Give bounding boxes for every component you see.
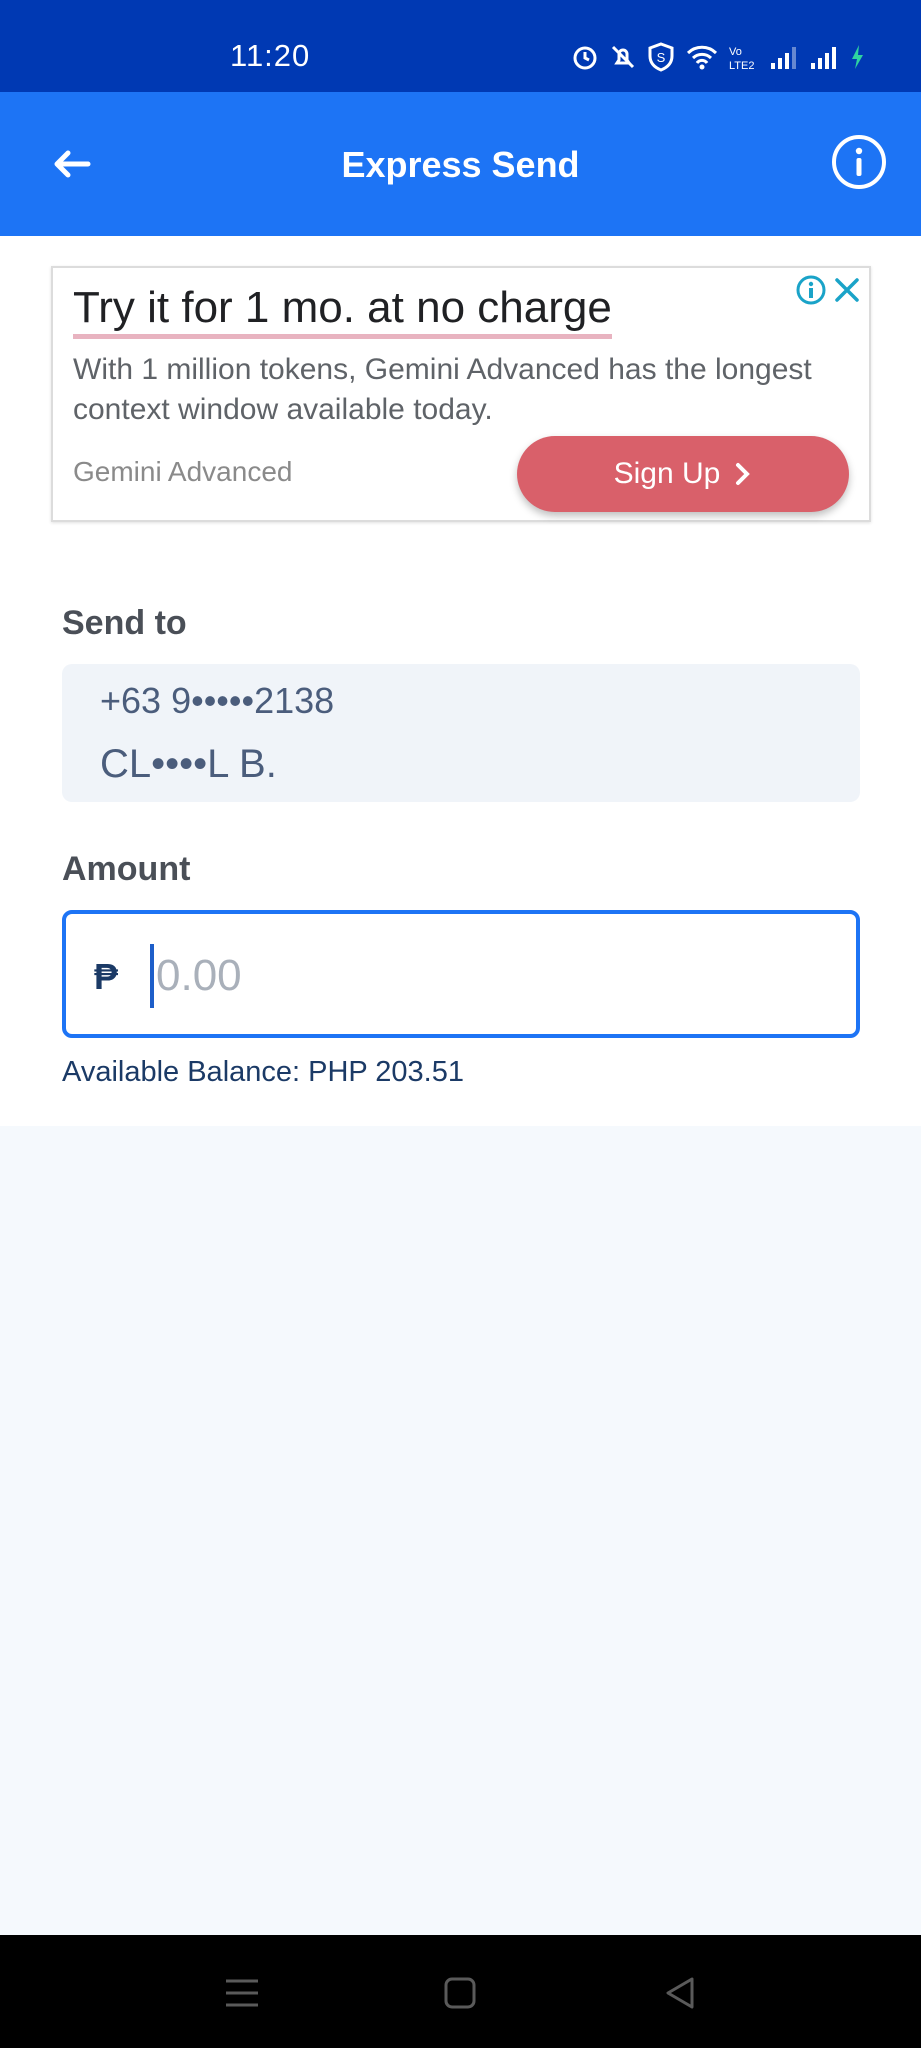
svg-text:S: S	[657, 50, 666, 65]
status-bar: 11:20 S Vo LTE2	[0, 0, 921, 92]
system-nav-bar	[0, 1935, 921, 2048]
back-nav-icon[interactable]	[660, 1973, 700, 2013]
home-icon[interactable]	[440, 1973, 480, 2013]
status-icons: S Vo LTE2	[571, 42, 865, 72]
svg-text:Vo: Vo	[729, 46, 742, 58]
info-icon[interactable]	[831, 134, 887, 190]
charging-icon	[852, 45, 863, 69]
wifi-icon	[686, 45, 718, 70]
mute-icon	[611, 45, 635, 69]
recipient-card: +63 9•••••2138 CL••••L B.	[62, 664, 860, 802]
ad-advertiser: Gemini Advanced	[73, 456, 293, 487]
signal-icon-2	[811, 47, 836, 69]
amount-field[interactable]: ₱	[62, 910, 860, 1038]
page-title: Express Send	[341, 144, 580, 185]
recipient-phone: +63 9•••••2138	[100, 680, 335, 721]
menu-icon[interactable]	[222, 1973, 262, 2013]
recipient-name: CL••••L B.	[100, 742, 277, 786]
peso-sign: ₱	[94, 956, 119, 997]
chevron-right-icon	[736, 463, 751, 485]
amount-label: Amount	[62, 850, 191, 888]
svg-text:LTE2: LTE2	[729, 60, 754, 71]
adchoices-icon[interactable]	[795, 274, 827, 306]
alarm-icon	[573, 46, 597, 70]
available-balance: Available Balance: PHP 203.51	[62, 1056, 464, 1088]
signal-icon	[771, 47, 796, 69]
ad-signup-label: Sign Up	[613, 457, 721, 490]
status-time: 11:20	[230, 38, 311, 73]
close-icon[interactable]	[831, 274, 863, 306]
main-content: Try it for 1 mo. at no charge With 1 mil…	[0, 236, 921, 1126]
ad-headline[interactable]: Try it for 1 mo. at no charge	[73, 284, 612, 339]
app-bar: Express Send	[0, 92, 921, 236]
ad-description: With 1 million tokens, Gemini Advanced h…	[73, 353, 812, 426]
amount-input[interactable]	[154, 940, 834, 1012]
shield-icon: S	[648, 42, 674, 72]
volte-icon: Vo LTE2	[729, 46, 754, 71]
ad-banner[interactable]: Try it for 1 mo. at no charge With 1 mil…	[51, 266, 871, 522]
ad-signup-button[interactable]: Sign Up	[517, 436, 849, 512]
send-to-label: Send to	[62, 604, 187, 642]
